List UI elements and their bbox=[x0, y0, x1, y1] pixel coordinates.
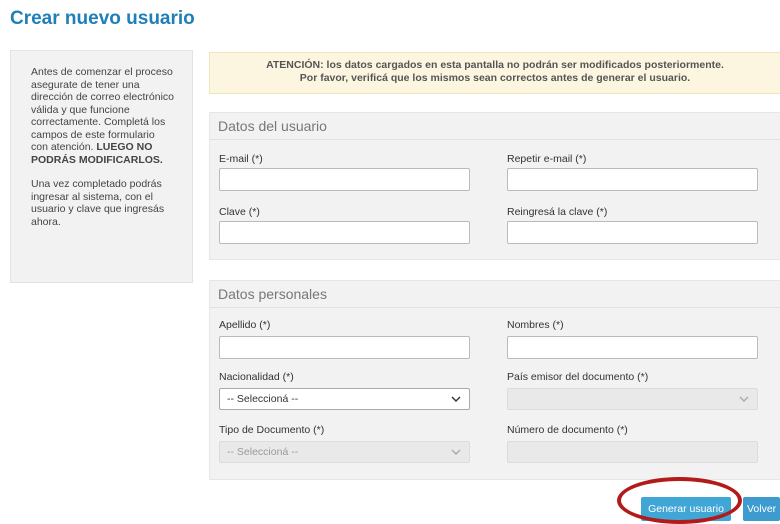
alert-line-2: Por favor, verificá que los mismos sean … bbox=[299, 72, 691, 84]
info-paragraph-1: Antes de comenzar el proceso asegurate d… bbox=[31, 66, 174, 166]
highlight-circle-annotation bbox=[617, 477, 742, 524]
names-label: Nombres (*) bbox=[507, 319, 564, 331]
chevron-down-icon bbox=[451, 449, 461, 455]
alert-line-1-text: los datos cargados en esta pantalla no p… bbox=[323, 59, 724, 71]
personal-data-panel: Datos personales Apellido (*) Nombres (*… bbox=[209, 280, 780, 480]
surname-label: Apellido (*) bbox=[219, 319, 271, 331]
personal-data-title: Datos personales bbox=[210, 281, 780, 308]
nationality-label: Nacionalidad (*) bbox=[219, 371, 294, 383]
page-title: Crear nuevo usuario bbox=[10, 8, 195, 29]
email-repeat-field[interactable] bbox=[507, 168, 758, 191]
doc-type-selected-value: -- Seleccioná -- bbox=[227, 446, 299, 458]
password-repeat-field[interactable] bbox=[507, 221, 758, 244]
doc-type-label: Tipo de Documento (*) bbox=[219, 424, 325, 436]
issuer-country-select[interactable] bbox=[507, 388, 758, 410]
nationality-select[interactable]: -- Seleccioná -- bbox=[219, 388, 470, 410]
user-data-panel: Datos del usuario E-mail (*) Repetir e-m… bbox=[209, 112, 780, 260]
password-field[interactable] bbox=[219, 221, 470, 244]
back-button[interactable]: Volver bbox=[743, 497, 780, 521]
attention-alert: ATENCIÓN: los datos cargados en esta pan… bbox=[209, 52, 780, 94]
info-paragraph-2: Una vez completado podrás ingresar al si… bbox=[31, 178, 165, 228]
doc-type-select[interactable]: -- Seleccioná -- bbox=[219, 441, 470, 463]
user-data-title: Datos del usuario bbox=[210, 113, 780, 140]
chevron-down-icon bbox=[739, 396, 749, 402]
email-field[interactable] bbox=[219, 168, 470, 191]
doc-number-field[interactable] bbox=[507, 441, 758, 463]
email-repeat-label: Repetir e-mail (*) bbox=[507, 153, 587, 165]
issuer-country-label: País emisor del documento (*) bbox=[507, 371, 649, 383]
nationality-selected-value: -- Seleccioná -- bbox=[227, 393, 299, 405]
password-repeat-label: Reingresá la clave (*) bbox=[507, 206, 608, 218]
info-box: Antes de comenzar el proceso asegurate d… bbox=[10, 50, 193, 283]
password-label: Clave (*) bbox=[219, 206, 260, 218]
info-text: Antes de comenzar el proceso asegurate d… bbox=[31, 66, 174, 153]
names-field[interactable] bbox=[507, 336, 758, 359]
alert-line-1: ATENCIÓN: los datos cargados en esta pan… bbox=[210, 59, 780, 72]
surname-field[interactable] bbox=[219, 336, 470, 359]
email-label: E-mail (*) bbox=[219, 153, 263, 165]
doc-number-label: Número de documento (*) bbox=[507, 424, 628, 436]
alert-prefix: ATENCIÓN: bbox=[266, 59, 324, 71]
chevron-down-icon bbox=[451, 396, 461, 402]
